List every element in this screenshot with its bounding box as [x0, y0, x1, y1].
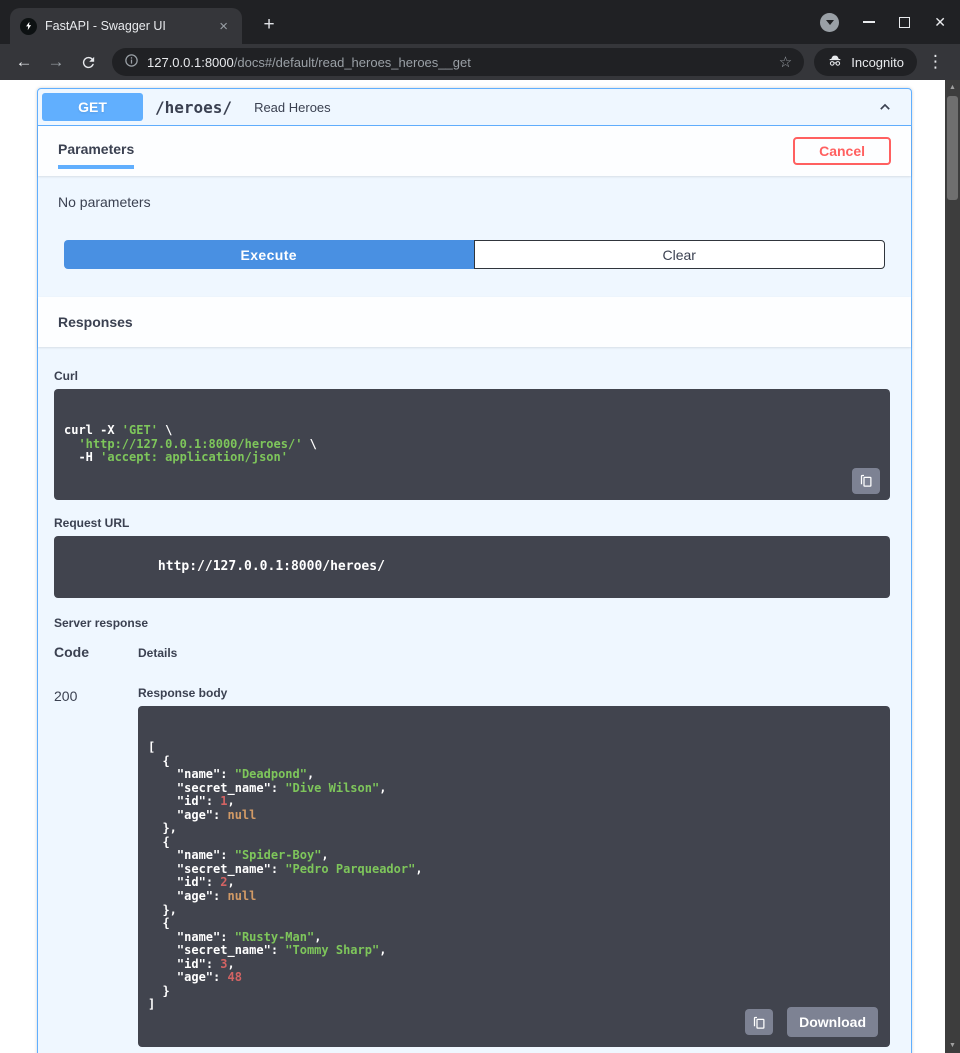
browser-toolbar: ← → 127.0.0.1:8000/docs#/default/read_he… — [0, 44, 960, 80]
responses-title: Responses — [58, 314, 133, 330]
incognito-badge: Incognito — [814, 48, 917, 76]
new-tab-button[interactable]: + — [256, 12, 282, 38]
url-host: 127.0.0.1:8000 — [147, 55, 234, 70]
bookmark-star-icon[interactable]: ☆ — [779, 53, 792, 71]
window-close-button[interactable]: ✕ — [934, 15, 946, 29]
request-url-label: Request URL — [54, 516, 890, 530]
url-path: /docs#/default/read_heroes_heroes__get — [234, 55, 471, 70]
copy-response-button[interactable] — [745, 1009, 773, 1035]
http-method-badge: GET — [42, 93, 143, 121]
vertical-scrollbar[interactable]: ▲ ▼ — [945, 80, 960, 1053]
code-column-header: Code — [54, 644, 138, 660]
browser-viewport: GET /heroes/ Read Heroes Parameters Canc… — [0, 80, 960, 1053]
scrollbar-thumb[interactable] — [947, 96, 958, 200]
minimize-button[interactable] — [863, 21, 875, 23]
response-table-header: Code Details — [54, 644, 890, 660]
forward-button[interactable]: → — [42, 48, 70, 76]
endpoint-summary: Read Heroes — [254, 100, 331, 115]
details-column-header: Details — [138, 646, 177, 660]
execute-button[interactable]: Execute — [64, 240, 474, 269]
copy-curl-button[interactable] — [852, 468, 880, 494]
tab-title: FastAPI - Swagger UI — [45, 19, 207, 33]
tab-parameters[interactable]: Parameters — [58, 141, 134, 157]
window-controls: ✕ — [820, 0, 946, 44]
address-bar[interactable]: 127.0.0.1:8000/docs#/default/read_heroes… — [112, 48, 804, 76]
response-body-label: Response body — [138, 686, 890, 700]
server-response-label: Server response — [54, 616, 890, 630]
parameters-header: Parameters Cancel — [38, 126, 911, 176]
clear-button[interactable]: Clear — [474, 240, 886, 269]
reload-button[interactable] — [74, 48, 102, 76]
collapse-chevron-icon[interactable] — [863, 100, 907, 114]
curl-label: Curl — [54, 369, 890, 383]
incognito-icon — [827, 53, 843, 72]
endpoint-path: /heroes/ — [155, 98, 232, 117]
opblock-get-heroes: GET /heroes/ Read Heroes Parameters Canc… — [37, 88, 912, 1053]
no-parameters-text: No parameters — [58, 194, 891, 210]
scroll-down-icon[interactable]: ▼ — [945, 1038, 960, 1053]
chevron-down-icon — [826, 20, 834, 25]
response-row: 200 Response body [ { "name": "Deadpond"… — [54, 686, 890, 1053]
fastapi-favicon-icon — [20, 18, 37, 35]
browser-menu-icon[interactable]: ⋮ — [921, 52, 950, 72]
site-info-icon[interactable] — [124, 53, 139, 71]
response-body-block: [ { "name": "Deadpond", "secret_name": "… — [138, 706, 890, 1047]
back-button[interactable]: ← — [10, 48, 38, 76]
download-button[interactable]: Download — [787, 1007, 878, 1037]
browser-tab[interactable]: FastAPI - Swagger UI × — [10, 8, 242, 44]
scroll-up-icon[interactable]: ▲ — [945, 80, 960, 95]
swagger-page: GET /heroes/ Read Heroes Parameters Canc… — [0, 80, 945, 1053]
browser-titlebar: FastAPI - Swagger UI × + ✕ — [0, 0, 960, 44]
curl-command-block: curl -X 'GET' \ 'http://127.0.0.1:8000/h… — [54, 389, 890, 500]
responses-header: Responses — [38, 297, 911, 347]
cancel-button[interactable]: Cancel — [793, 137, 891, 165]
maximize-button[interactable] — [899, 17, 910, 28]
incognito-label: Incognito — [851, 55, 904, 70]
tab-close-icon[interactable]: × — [215, 17, 232, 36]
browser-circle-button[interactable] — [820, 13, 839, 32]
status-code: 200 — [54, 686, 138, 1053]
execute-button-group: Execute Clear — [38, 240, 911, 297]
opblock-summary[interactable]: GET /heroes/ Read Heroes — [38, 89, 911, 126]
request-url-value: http://127.0.0.1:8000/heroes/ — [158, 559, 385, 574]
request-url-block: http://127.0.0.1:8000/heroes/ — [54, 536, 890, 598]
